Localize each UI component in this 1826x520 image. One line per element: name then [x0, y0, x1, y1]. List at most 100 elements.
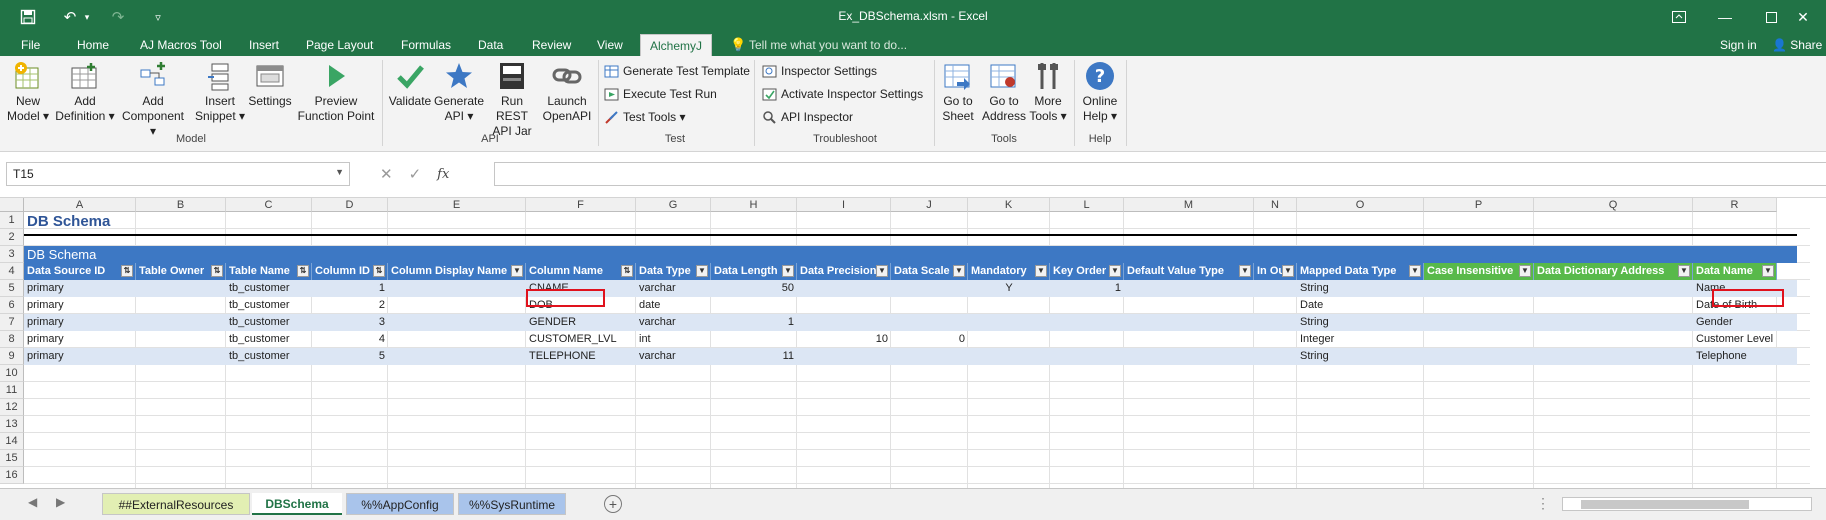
filter-dropdown-icon[interactable]: ▼	[696, 265, 708, 277]
sheet-tab-appconfig[interactable]: %%AppConfig	[346, 493, 454, 515]
filter-dropdown-icon[interactable]: ⇅	[621, 265, 633, 277]
table-cell[interactable]: Telephone	[1693, 348, 1785, 365]
execute-test-run-button[interactable]: Execute Test Run	[604, 84, 717, 104]
name-box[interactable]: T15 ▼	[6, 162, 350, 186]
tab-insert[interactable]: Insert	[240, 34, 288, 56]
row-header-7[interactable]: 7	[0, 314, 24, 331]
share-button[interactable]: 👤 Share	[1772, 34, 1822, 56]
tab-formulas[interactable]: Formulas	[392, 34, 460, 56]
table-header-cell[interactable]: Data Type ▼	[636, 263, 711, 280]
chevron-down-icon[interactable]: ▼	[335, 167, 344, 177]
insert-snippet-button[interactable]: Insert Snippet ▾	[190, 60, 250, 124]
cancel-icon[interactable]: ✕	[380, 165, 393, 183]
table-cell[interactable]: CUSTOMER_LVL	[526, 331, 636, 348]
formula-input[interactable]	[494, 162, 1826, 186]
table-cell[interactable]: Date	[1297, 297, 1424, 314]
column-header-e[interactable]: E	[388, 198, 526, 212]
table-cell[interactable]: Gender	[1693, 314, 1785, 331]
ribbon-display-icon[interactable]	[1656, 0, 1702, 34]
row-header-11[interactable]: 11	[0, 382, 24, 399]
filter-dropdown-icon[interactable]: ▼	[1678, 265, 1690, 277]
column-header-m[interactable]: M	[1124, 198, 1254, 212]
table-cell[interactable]: String	[1297, 280, 1424, 297]
table-cell[interactable]: 0	[891, 331, 968, 348]
table-cell[interactable]: varchar	[636, 348, 711, 365]
filter-dropdown-icon[interactable]: ▼	[1109, 265, 1121, 277]
minimize-icon[interactable]: —	[1702, 0, 1748, 34]
filter-dropdown-icon[interactable]: ▼	[1035, 265, 1047, 277]
generate-test-template-button[interactable]: Generate Test Template	[604, 61, 750, 81]
scroll-right-icon[interactable]: ▶	[56, 495, 65, 509]
column-header-k[interactable]: K	[968, 198, 1050, 212]
filter-dropdown-icon[interactable]: ▼	[782, 265, 794, 277]
tab-page-layout[interactable]: Page Layout	[297, 34, 382, 56]
validate-button[interactable]: Validate	[386, 60, 434, 109]
filter-dropdown-icon[interactable]: ▼	[1239, 265, 1251, 277]
table-cell[interactable]: tb_customer	[226, 280, 312, 297]
table-cell[interactable]: varchar	[636, 280, 711, 297]
api-inspector-button[interactable]: API Inspector	[762, 107, 853, 127]
table-header-cell[interactable]: Data Precision ▼	[797, 263, 891, 280]
column-header-d[interactable]: D	[312, 198, 388, 212]
tell-me-search[interactable]: Tell me what you want to do...	[749, 34, 907, 56]
tab-review[interactable]: Review	[523, 34, 580, 56]
online-help-button[interactable]: ? Online Help ▾	[1078, 60, 1122, 124]
table-header-cell[interactable]: Data Dictionary Address ▼	[1534, 263, 1693, 280]
add-definition-button[interactable]: Add Definition ▾	[54, 60, 116, 124]
table-cell[interactable]: 2	[312, 297, 388, 314]
table-header-cell[interactable]: Data Length ▼	[711, 263, 797, 280]
horizontal-scrollbar[interactable]	[1562, 497, 1812, 511]
table-header-cell[interactable]: Mandatory ▼	[968, 263, 1050, 280]
table-header-cell[interactable]: Data Source ID ⇅	[24, 263, 136, 280]
table-cell[interactable]: varchar	[636, 314, 711, 331]
column-header-a[interactable]: A	[24, 198, 136, 212]
table-cell[interactable]: 11	[711, 348, 797, 365]
table-cell[interactable]: tb_customer	[226, 297, 312, 314]
table-cell[interactable]: Y	[968, 280, 1050, 297]
activate-inspector-settings-button[interactable]: Activate Inspector Settings	[762, 84, 923, 104]
column-header-q[interactable]: Q	[1534, 198, 1693, 212]
table-cell[interactable]: 5	[312, 348, 388, 365]
table-cell[interactable]: 1	[312, 280, 388, 297]
filter-dropdown-icon[interactable]: ▼	[1762, 265, 1774, 277]
table-cell[interactable]: Integer	[1297, 331, 1424, 348]
add-component-button[interactable]: Add Component ▾	[118, 60, 188, 139]
row-header-4[interactable]: 4	[0, 263, 24, 280]
filter-dropdown-icon[interactable]: ▼	[953, 265, 965, 277]
table-cell[interactable]: 10	[797, 331, 891, 348]
row-header-14[interactable]: 14	[0, 433, 24, 450]
filter-dropdown-icon[interactable]: ⇅	[211, 265, 223, 277]
table-header-cell[interactable]: Mapped Data Type ▼	[1297, 263, 1424, 280]
row-header-6[interactable]: 6	[0, 297, 24, 314]
generate-api-button[interactable]: Generate API ▾	[434, 60, 484, 124]
table-header-cell[interactable]: Column ID ⇅	[312, 263, 388, 280]
filter-dropdown-icon[interactable]: ⇅	[373, 265, 385, 277]
inspector-settings-button[interactable]: Inspector Settings	[762, 61, 877, 81]
close-icon[interactable]: ✕	[1780, 0, 1826, 34]
row-header-1[interactable]: 1	[0, 212, 24, 229]
column-header-h[interactable]: H	[711, 198, 797, 212]
new-model-button[interactable]: New Model ▾	[4, 60, 52, 124]
column-header-b[interactable]: B	[136, 198, 226, 212]
filter-dropdown-icon[interactable]: ▼	[1409, 265, 1421, 277]
filter-dropdown-icon[interactable]: ▼	[1282, 265, 1294, 277]
sheet-tab-external-resources[interactable]: ##ExternalResources	[102, 493, 250, 515]
table-header-cell[interactable]: Key Order ▼	[1050, 263, 1124, 280]
table-cell[interactable]: Customer Level	[1693, 331, 1785, 348]
tab-aj-macros-tool[interactable]: AJ Macros Tool	[131, 34, 231, 56]
column-header-g[interactable]: G	[636, 198, 711, 212]
column-header-o[interactable]: O	[1297, 198, 1424, 212]
table-header-cell[interactable]: Data Name ▼	[1693, 263, 1777, 280]
settings-button[interactable]: Settings	[248, 60, 292, 109]
tab-data[interactable]: Data	[469, 34, 512, 56]
scroll-left-icon[interactable]: ◀	[28, 495, 37, 509]
table-cell[interactable]: 4	[312, 331, 388, 348]
table-header-cell[interactable]: Column Display Name ▼	[388, 263, 526, 280]
table-header-cell[interactable]: Column Name ⇅	[526, 263, 636, 280]
table-header-cell[interactable]: In Out ▼	[1254, 263, 1297, 280]
launch-openapi-button[interactable]: Launch OpenAPI	[540, 60, 594, 124]
column-header-p[interactable]: P	[1424, 198, 1534, 212]
table-cell[interactable]: tb_customer	[226, 331, 312, 348]
table-cell[interactable]: date	[636, 297, 711, 314]
row-header-8[interactable]: 8	[0, 331, 24, 348]
